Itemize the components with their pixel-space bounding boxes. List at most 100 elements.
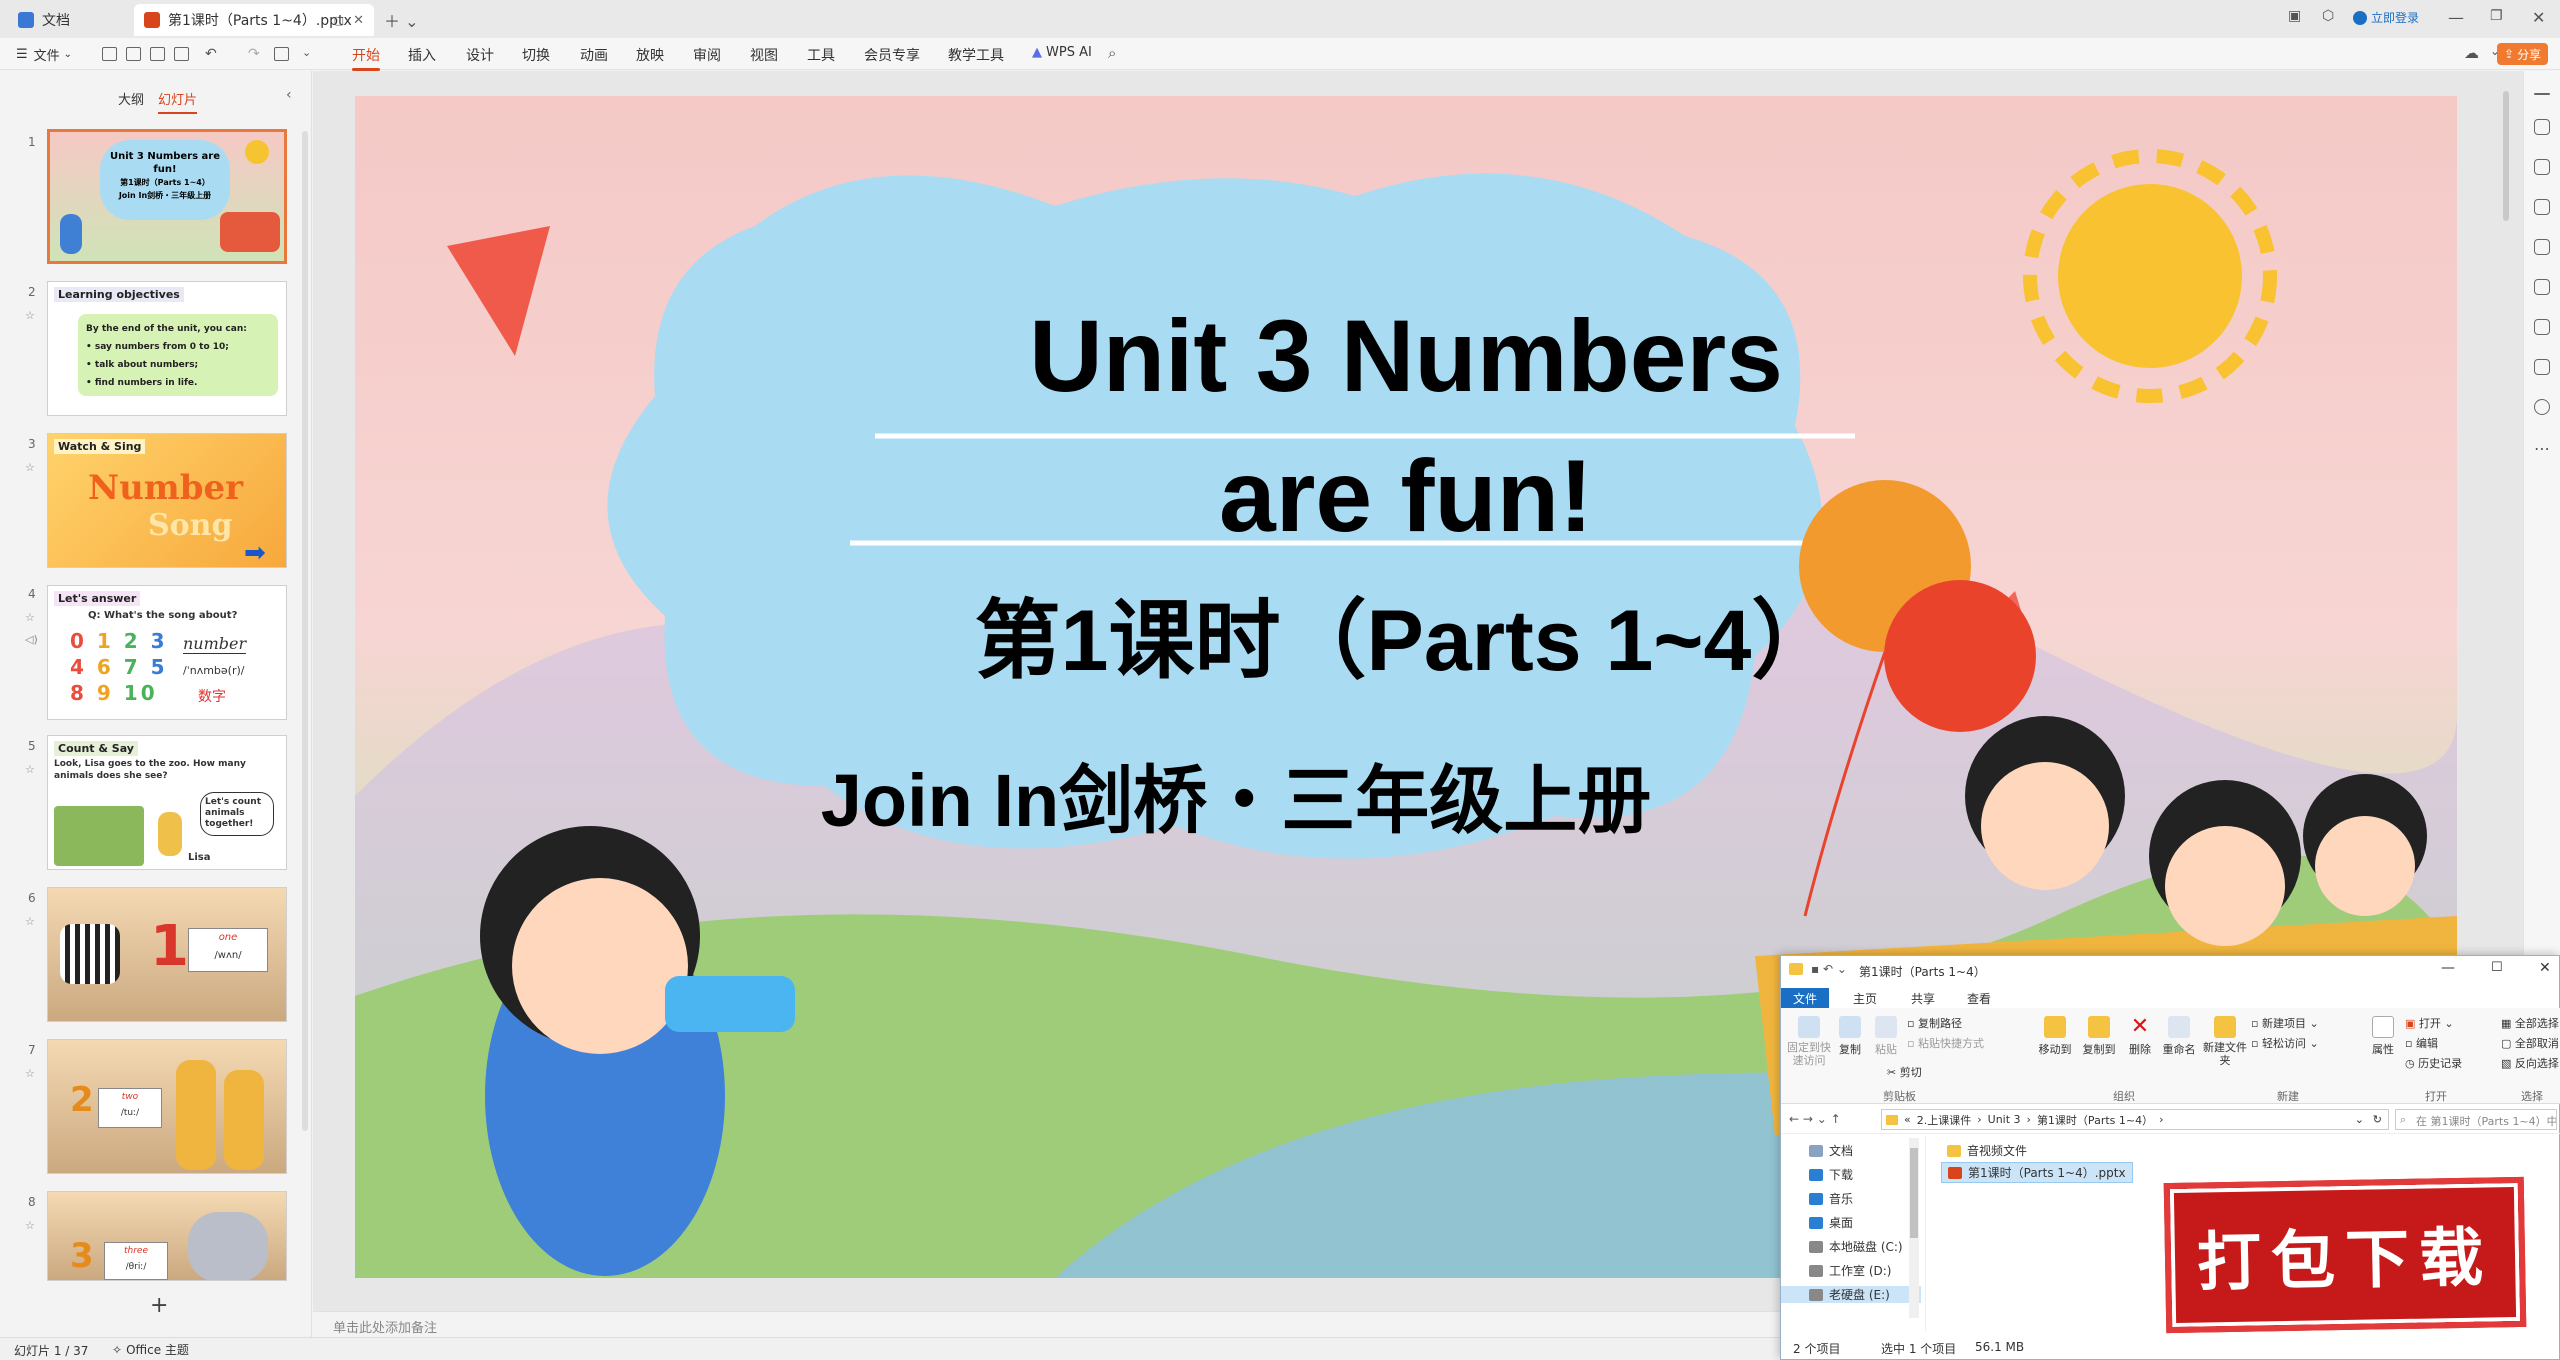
redo-icon[interactable]: ↷ (248, 46, 260, 62)
save-icon[interactable] (102, 47, 117, 61)
star-icon[interactable]: ☆ (25, 309, 35, 322)
nav-desktop[interactable]: 桌面 (1809, 1214, 1853, 1231)
adjust-icon[interactable] (2534, 119, 2550, 135)
notes-placeholder[interactable]: 单击此处添加备注 (333, 1317, 437, 1336)
pin-quick-access-button[interactable]: 固定到快速访问 (1787, 1016, 1831, 1067)
address-path[interactable]: « 2.上课课件 › Unit 3 › 第1课时（Parts 1~4） › ⌄ … (1881, 1109, 2389, 1130)
nav-drive-e[interactable]: 老硬盘 (E:) (1781, 1286, 1921, 1303)
new-tab-icon[interactable]: ＋ ⌄ (384, 8, 419, 32)
tab-file[interactable]: 文件 (1781, 988, 1830, 1009)
slide-thumbnail-1[interactable]: Unit 3 Numbers are fun! 第1课时（Parts 1~4） … (47, 129, 287, 264)
select-all-button[interactable]: ▦ 全部选择 (2501, 1014, 2559, 1034)
slide-series-label[interactable]: Join In剑桥・三年级上册 (355, 756, 2287, 846)
left-panel-scrollbar[interactable] (302, 131, 308, 1131)
cube-icon[interactable]: ⬡ (2322, 8, 2334, 24)
history-button[interactable]: ◷ 历史记录 (2405, 1054, 2462, 1074)
nav-documents[interactable]: 文档 (1809, 1142, 1853, 1159)
cut-button[interactable]: ✂ 剪切 (1887, 1064, 1922, 1080)
close-tab-icon[interactable]: ✕ (353, 13, 364, 28)
cloud-sync-icon[interactable]: ☁ (2464, 44, 2479, 62)
menu-teaching-tools[interactable]: 教学工具 (948, 45, 1004, 65)
download-stamp[interactable]: 打包下载 (2163, 1176, 2527, 1334)
slide-thumbnail-4[interactable]: Let's answer Q: What's the song about? 0… (47, 585, 287, 720)
tab-outline[interactable]: 大纲 (118, 89, 144, 108)
menu-slideshow[interactable]: 放映 (636, 45, 664, 65)
nav-arrows[interactable]: ← → ⌄ ↑ (1789, 1112, 1841, 1126)
paste-shortcut-button[interactable]: ▫ 粘贴快捷方式 (1907, 1034, 1984, 1054)
menu-member[interactable]: 会员专享 (864, 45, 920, 65)
star-outline-icon[interactable] (2534, 159, 2550, 175)
undo-icon[interactable]: ↶ (205, 46, 217, 62)
slide-thumbnail-6[interactable]: 1 one /wʌn/ (47, 887, 287, 1022)
move-to-button[interactable]: 移动到 (2035, 1016, 2075, 1057)
magic-icon[interactable] (2534, 279, 2550, 295)
nav-scrollbar[interactable] (1909, 1138, 1919, 1318)
star-icon[interactable]: ☆ (25, 611, 35, 624)
path-part[interactable]: 2.上课课件 (1917, 1112, 1972, 1128)
slide-thumbnail-2[interactable]: Learning objectives By the end of the un… (47, 281, 287, 416)
menu-animation[interactable]: 动画 (580, 45, 608, 65)
file-item-pptx[interactable]: 第1课时（Parts 1~4）.pptx (1941, 1162, 2133, 1183)
star-icon[interactable]: ☆ (25, 915, 35, 928)
menu-home[interactable]: 开始 (352, 45, 380, 71)
tab-slides[interactable]: 幻灯片 (158, 89, 198, 114)
invert-selection-button[interactable]: ▧ 反向选择 (2501, 1054, 2559, 1074)
workspace-scrollbar[interactable] (2503, 91, 2509, 221)
paste-button[interactable]: 粘贴 (1869, 1016, 1903, 1057)
nav-drive-c[interactable]: 本地磁盘 (C:) (1809, 1238, 1903, 1255)
slide-thumbnail-5[interactable]: Count & Say Look, Lisa goes to the zoo. … (47, 735, 287, 870)
open-button[interactable]: ▣ 打开 ⌄ (2405, 1014, 2462, 1034)
path-part[interactable]: Unit 3 (1988, 1113, 2021, 1126)
new-folder-button[interactable]: 新建文件夹 (2203, 1016, 2247, 1067)
tab-documents[interactable]: 文档 (8, 4, 80, 36)
slide-thumbnail-7[interactable]: 2 two /tuː/ (47, 1039, 287, 1174)
minimize-icon[interactable]: — (2441, 960, 2455, 976)
theme-indicator[interactable]: ✧ Office 主题 (112, 1341, 189, 1358)
wps-ai-button[interactable]: ▲ WPS AI (1032, 45, 1092, 60)
select-none-button[interactable]: ▢ 全部取消 (2501, 1034, 2559, 1054)
close-icon[interactable]: ✕ (2539, 960, 2551, 976)
menu-view[interactable]: 视图 (750, 45, 778, 65)
rename-button[interactable]: 重命名 (2159, 1016, 2199, 1057)
nav-downloads[interactable]: 下载 (1809, 1166, 1853, 1183)
layout-icon[interactable]: ▣ (2288, 8, 2301, 24)
more-icon[interactable]: ⋯ (2534, 439, 2550, 458)
more-chevron-icon[interactable]: ⌄ (302, 46, 311, 59)
edit-button[interactable]: ▫ 编辑 (2405, 1034, 2462, 1054)
print-icon[interactable] (150, 47, 165, 61)
menu-design[interactable]: 设计 (466, 45, 494, 65)
nav-music[interactable]: 音乐 (1809, 1190, 1853, 1207)
slide-title-line-2[interactable]: are fun! (355, 441, 2457, 551)
quick-access-icons[interactable]: ▪ ↶ ⌄ (1811, 962, 1847, 976)
star-icon[interactable]: ☆ (25, 763, 35, 776)
maximize-icon[interactable]: ☐ (2491, 960, 2503, 975)
minimize-icon[interactable]: — (2448, 8, 2464, 27)
menu-insert[interactable]: 插入 (408, 45, 436, 65)
login-link[interactable]: 立即登录 (2353, 9, 2419, 26)
refresh-icon[interactable]: ↻ (2373, 1113, 2382, 1126)
collapse-panel-icon[interactable]: ‹ (286, 87, 292, 103)
add-slide-button[interactable]: + (150, 1293, 168, 1318)
tab-presentation[interactable]: 第1课时（Parts 1~4）.pptx ▢ ✕ (134, 4, 374, 36)
help-icon[interactable] (2534, 399, 2550, 415)
format-painter-icon[interactable] (274, 47, 289, 61)
copy-to-button[interactable]: 复制到 (2079, 1016, 2119, 1057)
image-icon[interactable] (2534, 239, 2550, 255)
delete-button[interactable]: ✕ 删除 (2123, 1016, 2157, 1057)
search-icon[interactable]: ⌕ (1108, 44, 1116, 62)
slide-thumbnail-8[interactable]: 3 three /θriː/ (47, 1191, 287, 1281)
nav-drive-d[interactable]: 工作室 (D:) (1809, 1262, 1891, 1279)
preview-icon[interactable] (174, 47, 189, 61)
audio-icon[interactable]: ◁) (25, 633, 38, 646)
clipboard-icon[interactable] (2534, 319, 2550, 335)
star-icon[interactable]: ☆ (25, 1219, 35, 1232)
file-menu[interactable]: ☰ 文件 ⌄ (16, 45, 72, 64)
tab-share[interactable]: 共享 (1899, 988, 1947, 1009)
slide-title-line-1[interactable]: Unit 3 Numbers (355, 301, 2457, 411)
export-icon[interactable] (126, 47, 141, 61)
file-item-folder[interactable]: 音视频文件 (1947, 1142, 2027, 1159)
new-item-button[interactable]: ▫ 新建项目 ⌄ (2251, 1014, 2319, 1034)
path-part[interactable]: 第1课时（Parts 1~4） (2037, 1112, 2153, 1128)
properties-button[interactable]: 属性 (2367, 1016, 2399, 1057)
tab-view[interactable]: 查看 (1955, 988, 2003, 1009)
